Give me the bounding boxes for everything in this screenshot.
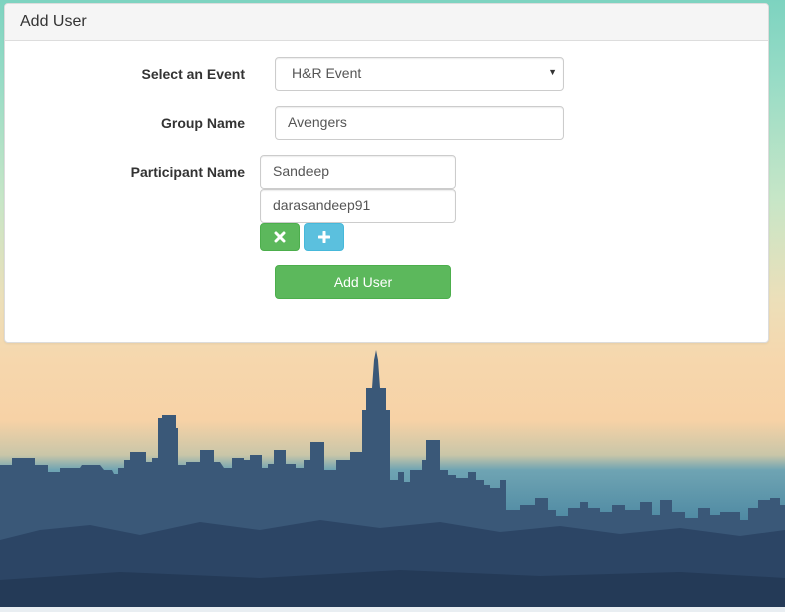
chevron-down-icon: ▼	[548, 67, 557, 77]
participant-name-label: Participant Name	[130, 164, 245, 180]
group-name-value: Avengers	[288, 114, 347, 130]
bottom-strip	[0, 607, 785, 612]
close-icon	[274, 231, 286, 243]
event-select[interactable]: H&R Event ▼	[275, 57, 564, 91]
panel-title: Add User	[5, 4, 768, 41]
group-name-input[interactable]: Avengers	[275, 106, 564, 140]
plus-icon	[318, 231, 330, 243]
event-label: Select an Event	[141, 66, 246, 82]
group-name-label: Group Name	[160, 115, 245, 131]
participant-name-input[interactable]: Sandeep	[260, 155, 456, 189]
add-user-button[interactable]: Add User	[275, 265, 451, 299]
add-participant-button[interactable]	[304, 223, 344, 251]
participant-username-input[interactable]: darasandeep91	[260, 189, 456, 223]
participant-name-value: Sandeep	[273, 163, 330, 179]
participant-username-value: darasandeep91	[273, 197, 371, 213]
add-user-panel: Add User Select an Event H&R Event ▼ Gro…	[4, 3, 769, 343]
remove-participant-button[interactable]	[260, 223, 300, 251]
city-skyline-image	[0, 350, 785, 612]
event-select-value: H&R Event	[292, 65, 362, 81]
